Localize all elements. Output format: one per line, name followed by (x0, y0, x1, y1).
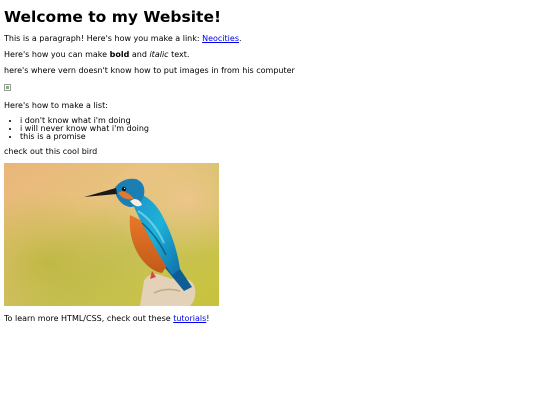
list-item: i will never know what i'm doing (20, 125, 536, 133)
list-item: this is a promise (20, 133, 536, 141)
tutorials-link[interactable]: tutorials (173, 314, 206, 323)
kingfisher-image (4, 163, 219, 306)
italic-text: italic (149, 50, 169, 59)
paragraph-link-text: This is a paragraph! Here's how you make… (4, 34, 203, 43)
paragraph-image-note: here's where vern doesn't know how to pu… (4, 66, 295, 75)
neocities-link[interactable]: Neocities (202, 34, 239, 43)
bold-text: bold (109, 50, 130, 59)
formatting-end: text. (168, 50, 190, 59)
page-body: Welcome to my Website! This is a paragra… (0, 8, 540, 324)
footer-text: To learn more HTML/CSS, check out these … (4, 314, 536, 324)
paragraph-link-end: . (239, 34, 242, 43)
list-intro: Here's how to make a list: (4, 101, 108, 110)
broken-image-icon (4, 84, 11, 91)
formatting-pre: Here's how you can make (4, 50, 110, 59)
bird-caption: check out this cool bird (4, 147, 98, 156)
footer-end: ! (206, 314, 210, 323)
paragraph-link: This is a paragraph! Here's how you make… (4, 34, 536, 44)
paragraph-formatting: Here's how you can make bold and italic … (4, 50, 536, 60)
todo-list: i don't know what i'm doing i will never… (4, 117, 536, 141)
page-title: Welcome to my Website! (4, 8, 222, 26)
footer-pre: To learn more HTML/CSS, check out these (4, 314, 174, 323)
formatting-mid: and (129, 50, 150, 59)
